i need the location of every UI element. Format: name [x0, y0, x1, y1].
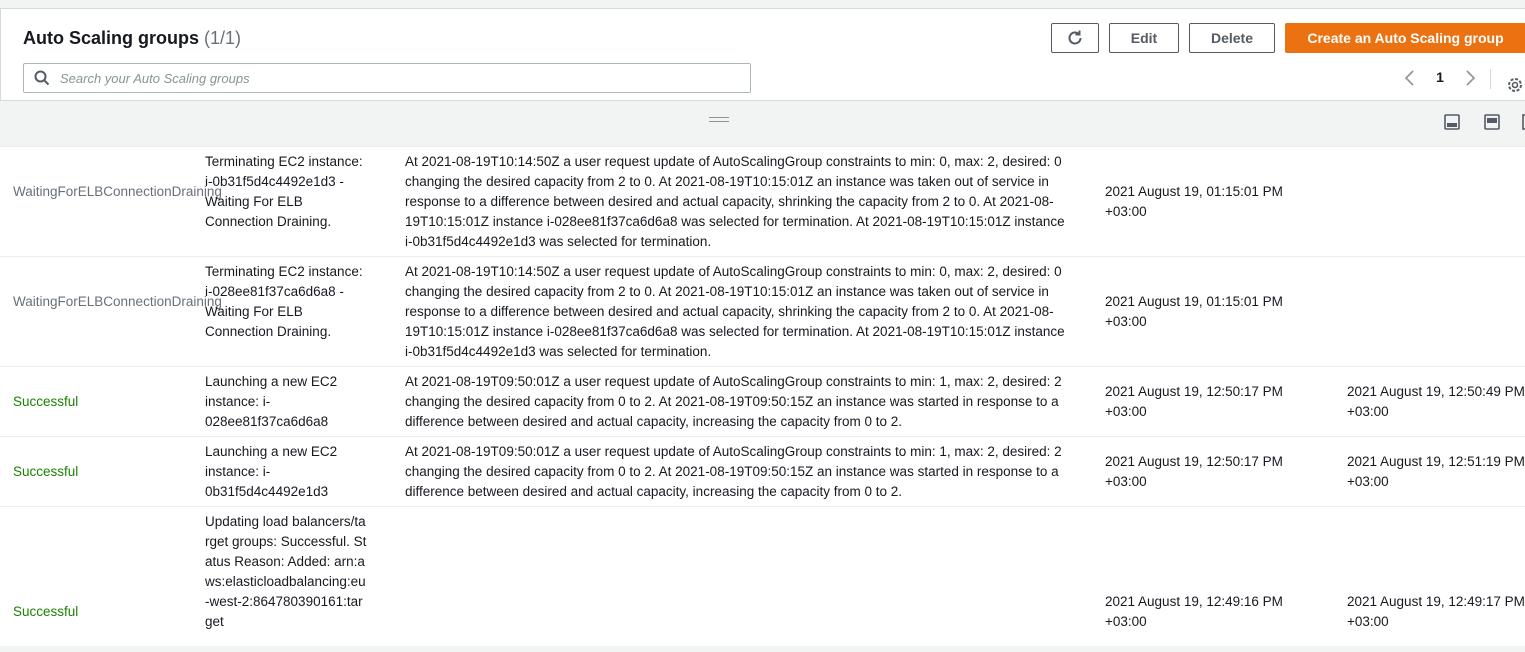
refresh-icon [1068, 30, 1082, 45]
refresh-button[interactable] [1051, 23, 1099, 53]
create-auto-scaling-group-button[interactable]: Create an Auto Scaling group [1285, 23, 1525, 53]
table-row: WaitingForELBConnectionDraining Terminat… [0, 256, 1525, 366]
chevron-right-icon[interactable] [1462, 67, 1478, 89]
description-cell: Terminating EC2 instance: i-028ee81f37ca… [205, 264, 363, 339]
status-cell: Successful [13, 464, 79, 479]
search-box [23, 63, 751, 93]
end-time-cell: 2021 August 19, 12:50:49 PM +03:00 [1347, 384, 1525, 419]
chevron-left-icon[interactable] [1402, 67, 1418, 89]
layout-side-icon[interactable] [1484, 114, 1500, 130]
end-time-cell: 2021 August 19, 12:51:19 PM +03:00 [1347, 454, 1525, 489]
description-cell: Launching a new EC2 instance: i-028ee81f… [205, 374, 338, 429]
description-cell: Launching a new EC2 instance: i-0b31f5d4… [205, 444, 338, 499]
layout-bottom-icon[interactable] [1444, 114, 1460, 130]
status-cell: WaitingForELBConnectionDraining [13, 294, 222, 309]
group-count: (1/1) [204, 28, 242, 48]
start-time-cell: 2021 August 19, 12:49:16 PM +03:00 [1105, 594, 1283, 629]
start-time-cell: 2021 August 19, 12:50:17 PM +03:00 [1105, 454, 1283, 489]
drag-handle-icon[interactable] [709, 117, 729, 123]
start-time-cell: 2021 August 19, 01:15:01 PM +03:00 [1105, 184, 1283, 219]
status-cell: Successful [13, 394, 79, 409]
start-time-cell: 2021 August 19, 12:50:17 PM +03:00 [1105, 384, 1283, 419]
edit-button[interactable]: Edit [1109, 23, 1179, 53]
cause-cell: At 2021-08-19T10:14:50Z a user request u… [405, 264, 1065, 359]
cause-cell: At 2021-08-19T09:50:01Z a user request u… [405, 374, 1062, 429]
table-row: Successful Updating load balancers/targe… [0, 506, 1525, 646]
page-title-text: Auto Scaling groups [23, 28, 200, 48]
bottom-border [0, 646, 1525, 652]
table-row: Successful Launching a new EC2 instance:… [0, 436, 1525, 506]
split-panel-bar [0, 101, 1525, 137]
status-cell: WaitingForELBConnectionDraining [13, 184, 222, 199]
status-cell: Successful [13, 604, 79, 619]
table-row: Successful Launching a new EC2 instance:… [0, 366, 1525, 436]
pagination-divider [1490, 69, 1491, 89]
start-time-cell: 2021 August 19, 01:15:01 PM +03:00 [1105, 294, 1283, 329]
description-cell: Updating load balancers/target groups: S… [205, 514, 367, 629]
page-number[interactable]: 1 [1432, 69, 1448, 85]
auto-scaling-groups-panel: Auto Scaling groups (1/1) Edit Delete Cr… [0, 8, 1525, 101]
description-cell: Terminating EC2 instance: i-0b31f5d4c449… [205, 154, 363, 229]
page-title: Auto Scaling groups (1/1) [23, 28, 241, 49]
activity-history-table: WaitingForELBConnectionDraining Terminat… [0, 146, 1525, 646]
cause-cell: At 2021-08-19T10:14:50Z a user request u… [405, 154, 1065, 249]
cause-cell: At 2021-08-19T09:50:01Z a user request u… [405, 444, 1062, 499]
end-time-cell: 2021 August 19, 12:49:17 PM +03:00 [1347, 594, 1525, 629]
delete-button[interactable]: Delete [1189, 23, 1275, 53]
search-icon [34, 70, 50, 86]
gear-icon[interactable] [1505, 75, 1525, 95]
search-input[interactable] [58, 69, 738, 87]
table-row: WaitingForELBConnectionDraining Terminat… [0, 146, 1525, 256]
